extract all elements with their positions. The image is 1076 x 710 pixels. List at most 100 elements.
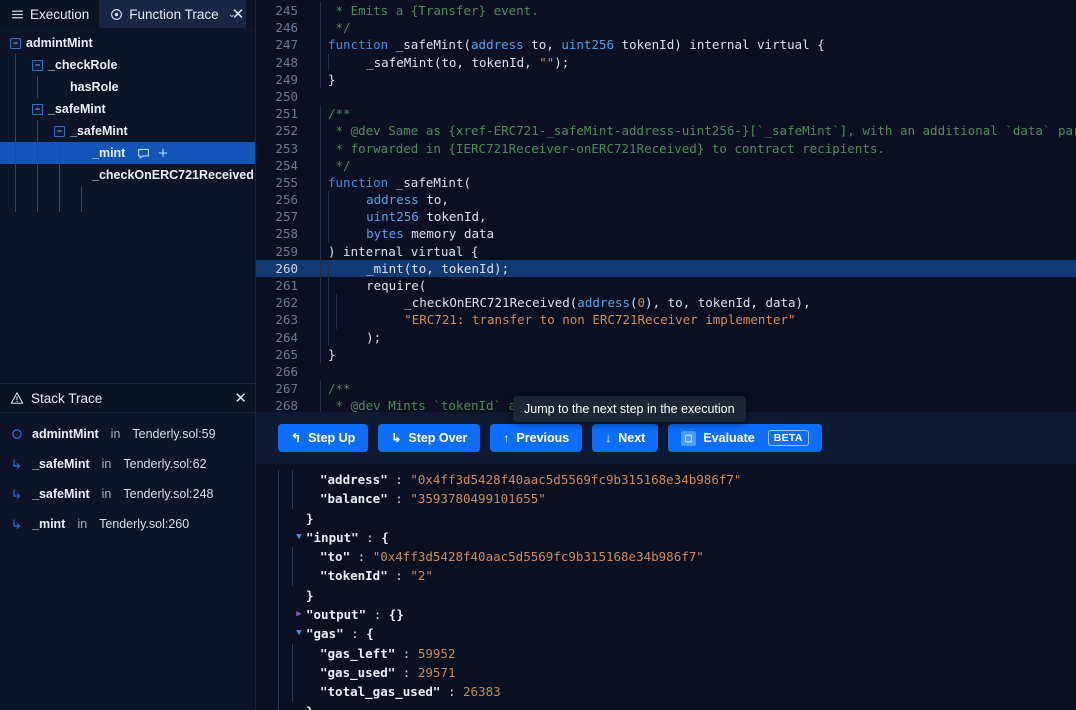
line-number: 263 (275, 312, 298, 328)
code-line[interactable]: 256 address to, (256, 191, 1076, 209)
code-line[interactable]: 265} (256, 345, 1076, 363)
tree-node[interactable]: _mint (0, 142, 255, 164)
json-line[interactable]: ▼ "gas" : { (256, 624, 1076, 644)
json-line[interactable]: "gas_used" : 29571 (256, 662, 1076, 683)
json-key: "gas_used" (320, 664, 396, 680)
json-toggle-icon[interactable]: ▶ (292, 605, 306, 624)
evaluate-button[interactable]: Evaluate BETA (668, 424, 822, 452)
add-icon[interactable] (157, 147, 169, 159)
code-line[interactable]: 247 function _safeMint(address to, uint25… (256, 36, 1076, 54)
json-value: 26383 (463, 684, 501, 700)
line-number: 248 (275, 54, 298, 70)
tree-collapse-icon[interactable]: − (54, 125, 65, 137)
code-line[interactable]: 266 (256, 363, 1076, 380)
json-value: 29571 (417, 664, 456, 680)
json-line[interactable]: ▼ "input" : { (256, 527, 1076, 548)
stack-trace-close-icon[interactable]: ✕ (234, 389, 247, 407)
json-line[interactable]: "to" : "0x4ff3d5428f40aac5d5569fc9b31516… (256, 547, 1076, 567)
target-icon (109, 7, 123, 21)
tree-guide-line (15, 186, 16, 212)
code-line[interactable]: 260 _mint(to, tokenId); (256, 259, 1076, 277)
code-line[interactable]: 259) internal virtual { (256, 242, 1076, 260)
tree-node[interactable]: hasRole (0, 76, 255, 98)
next-button[interactable]: ↓ Next (592, 424, 659, 452)
json-indent-guide (292, 470, 306, 490)
code-line[interactable]: 261 require( (256, 277, 1076, 295)
close-icon[interactable]: ✕ (229, 0, 247, 28)
json-colon: : (387, 472, 411, 487)
json-colon: : (395, 645, 418, 661)
code-line[interactable]: 257 uint256 tokenId, (256, 208, 1076, 226)
code-line[interactable]: 253 * forwarded in {IERC721Receiver-onER… (256, 139, 1076, 157)
json-output-panel[interactable]: "address" : "0x4ff3d5428f40aac5d5569fc9b… (256, 464, 1076, 710)
previous-button[interactable]: ↑ Previous (490, 424, 583, 452)
stack-trace-row[interactable]: _safeMint in Tenderly.sol:248 (0, 479, 255, 509)
code-line[interactable]: 254 */ (256, 156, 1076, 174)
stack-trace-row[interactable]: admintMint in Tenderly.sol:59 (0, 419, 255, 449)
step-up-button[interactable]: ↰ Step Up (278, 424, 369, 452)
code-line[interactable]: 249} (256, 70, 1076, 88)
json-line[interactable]: "tokenId" : "2" (256, 566, 1076, 586)
code-text: bytes memory data (310, 225, 1076, 243)
comment-icon[interactable] (137, 147, 150, 160)
code-token: /** (328, 381, 351, 397)
code-token: */ (328, 157, 351, 173)
tree-node[interactable]: _checkOnERC721Received (0, 164, 255, 186)
tree-collapse-icon[interactable]: − (32, 103, 43, 115)
tree-node[interactable]: − admintMint (0, 32, 255, 54)
tree-row-actions (137, 147, 169, 160)
indent-guide (336, 311, 344, 329)
json-line[interactable]: "total_gas_used" : 26383 (256, 682, 1076, 702)
code-line[interactable]: 263 "ERC721: transfer to non ERC721Recei… (256, 311, 1076, 329)
code-text: * Emits a {Transfer} event. (310, 2, 1076, 20)
code-line[interactable]: 248 _safeMint(to, tokenId, ""); (256, 53, 1076, 71)
code-line[interactable]: 255 function _safeMint( (256, 173, 1076, 192)
code-line[interactable]: 267 /** (256, 380, 1076, 398)
line-number: 258 (275, 226, 298, 242)
evaluate-label: Evaluate (703, 431, 755, 445)
json-line[interactable]: "balance" : "3593780499101655" (256, 489, 1076, 509)
tree-guide-line (37, 164, 38, 186)
code-line[interactable]: 245 * Emits a {Transfer} event. (256, 2, 1076, 20)
json-line[interactable]: } (256, 701, 1076, 710)
tree-node[interactable]: − _safeMint (0, 120, 255, 142)
code-line[interactable]: 264 ); (256, 328, 1076, 346)
tab-function-trace[interactable]: Function Trace ⌄ (99, 0, 246, 28)
code-text: "ERC721: transfer to non ERC721Receiver … (310, 311, 1076, 329)
tree-node[interactable]: − _checkRole (0, 54, 255, 76)
tree-guide-line (15, 164, 16, 186)
json-line[interactable]: } (256, 508, 1076, 528)
stack-trace-row[interactable]: _safeMint in Tenderly.sol:62 (0, 449, 255, 479)
code-line[interactable]: 251 /** (256, 105, 1076, 123)
json-toggle-icon[interactable]: ▼ (292, 528, 306, 547)
json-toggle-icon[interactable]: ▼ (292, 624, 306, 643)
code-token: ), to, tokenId, data), (645, 295, 811, 311)
indent-guide (320, 259, 328, 277)
stack-trace-row[interactable]: _mint in Tenderly.sol:260 (0, 509, 255, 539)
line-number: 256 (275, 192, 298, 208)
tree-node[interactable]: − _safeMint (0, 98, 255, 120)
json-indent-guide (278, 605, 292, 625)
json-line[interactable]: "gas_left" : 59952 (256, 643, 1076, 663)
json-line[interactable]: } (256, 585, 1076, 606)
tree-collapse-icon[interactable]: − (10, 37, 21, 49)
code-token: ) internal virtual { (328, 243, 479, 259)
step-over-button[interactable]: ↳ Step Over (378, 424, 481, 452)
json-line[interactable]: "address" : "0x4ff3d5428f40aac5d5569fc9b… (256, 470, 1076, 490)
code-line[interactable]: 252 * @dev Same as {xref-ERC721-_safeMin… (256, 122, 1076, 140)
code-token: address (336, 192, 419, 208)
code-line[interactable]: 262 _checkOnERC721Received(address(0), t… (256, 294, 1076, 312)
code-editor[interactable]: 245 * Emits a {Transfer} event. 246 */247… (256, 0, 1076, 412)
code-line[interactable]: 250 (256, 88, 1076, 105)
code-line[interactable]: 246 */ (256, 19, 1076, 37)
tab-execution[interactable]: Execution (0, 0, 99, 28)
json-key: "tokenId" (320, 568, 388, 584)
code-line[interactable]: 258 bytes memory data (256, 225, 1076, 243)
code-token: address (471, 37, 524, 53)
code-text: /** (310, 105, 1076, 123)
indent-guide (328, 277, 336, 295)
indent-guide (320, 191, 328, 209)
tree-collapse-icon[interactable]: − (32, 59, 43, 71)
json-line[interactable]: ▶ "output" : {} (256, 605, 1076, 625)
indent-guide (320, 294, 328, 312)
